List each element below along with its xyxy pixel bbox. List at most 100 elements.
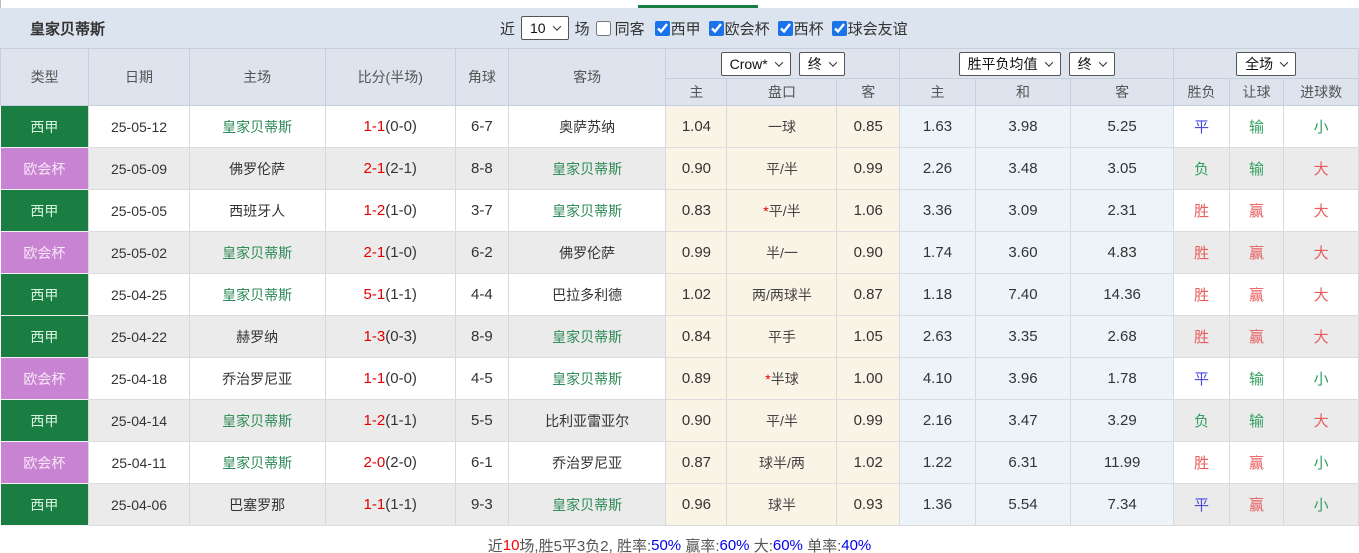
match-row: 西甲25-04-22赫罗纳1-3(0-3)8-9皇家贝蒂斯0.84平手1.052… xyxy=(1,316,1359,358)
home-team-link[interactable]: 巴塞罗那 xyxy=(229,497,285,513)
home-team-link[interactable]: 赫罗纳 xyxy=(236,329,278,345)
col-asian-home-odds: 0.83 xyxy=(666,190,727,232)
match-row: 西甲25-05-12皇家贝蒂斯1-1(0-0)6-7奥萨苏纳1.04一球0.85… xyxy=(1,106,1359,148)
home-team-link[interactable]: 皇家贝蒂斯 xyxy=(222,455,292,471)
away-team-link[interactable]: 皇家贝蒂斯 xyxy=(552,497,622,513)
away-team-link[interactable]: 皇家贝蒂斯 xyxy=(552,371,622,387)
header-type: 类型 xyxy=(1,49,89,106)
bookmaker-select[interactable]: Crow* xyxy=(721,52,791,76)
header-away: 客场 xyxy=(508,49,666,106)
col-asian-home-odds: 1.02 xyxy=(666,274,727,316)
league-filter-西甲[interactable]: 西甲 xyxy=(655,18,701,39)
fulltime-score: 2-0 xyxy=(364,454,386,471)
col-spread-result: 赢 xyxy=(1229,316,1283,358)
home-team-link[interactable]: 皇家贝蒂斯 xyxy=(222,287,292,303)
away-team-link[interactable]: 皇家贝蒂斯 xyxy=(552,203,622,219)
same-away-checkbox[interactable] xyxy=(596,21,611,36)
col-handicap: 平/半 xyxy=(727,400,837,442)
league-filter-球会友谊[interactable]: 球会友谊 xyxy=(832,18,908,39)
fulltime-score: 1-2 xyxy=(364,412,386,429)
col-corner: 8-9 xyxy=(455,316,508,358)
home-team-link[interactable]: 皇家贝蒂斯 xyxy=(222,413,292,429)
col-euro-draw-odds: 5.54 xyxy=(975,484,1070,526)
col-away: 佛罗伦萨 xyxy=(508,232,666,274)
col-asian-away-odds: 0.99 xyxy=(837,148,899,190)
home-team-link[interactable]: 皇家贝蒂斯 xyxy=(222,245,292,261)
league-checkbox[interactable] xyxy=(778,21,793,36)
league-badge: 西甲 xyxy=(1,106,89,147)
col-asian-home-odds: 0.87 xyxy=(666,442,727,484)
col-euro-draw-odds: 3.96 xyxy=(975,358,1070,400)
col-corner: 9-3 xyxy=(455,484,508,526)
match-row: 欧会杯25-05-02皇家贝蒂斯2-1(1-0)6-2佛罗伦萨0.99半/一0.… xyxy=(1,232,1359,274)
away-team-link[interactable]: 皇家贝蒂斯 xyxy=(552,329,622,345)
handicap-text: 半球 xyxy=(771,371,799,387)
league-checkbox[interactable] xyxy=(655,21,670,36)
euro-stage-select[interactable]: 终 xyxy=(1069,52,1115,76)
subheader-euro-away: 客 xyxy=(1071,79,1174,106)
col-handicap: 两/两球半 xyxy=(727,274,837,316)
subheader-handicap: 盘口 xyxy=(727,79,837,106)
col-handicap: 平手 xyxy=(727,316,837,358)
league-filter-西杯[interactable]: 西杯 xyxy=(778,18,824,39)
away-team-link[interactable]: 佛罗伦萨 xyxy=(559,245,615,261)
league-checkbox[interactable] xyxy=(832,21,847,36)
home-team-link[interactable]: 乔治罗尼亚 xyxy=(222,371,292,387)
league-badge: 欧会杯 xyxy=(1,148,89,189)
col-date: 25-04-11 xyxy=(89,442,189,484)
col-euro-home-odds: 2.63 xyxy=(899,316,975,358)
league-checkbox[interactable] xyxy=(709,21,724,36)
match-row: 西甲25-04-14皇家贝蒂斯1-2(1-1)5-5比利亚雷亚尔0.90平/半0… xyxy=(1,400,1359,442)
matches-table: 类型 日期 主场 比分(半场) 角球 客场 Crow* 终 xyxy=(0,48,1359,526)
asian-stage-select[interactable]: 终 xyxy=(799,52,845,76)
recent-count-select[interactable]: 10 xyxy=(521,16,569,40)
away-team-link[interactable]: 奥萨苏纳 xyxy=(559,119,615,135)
col-asian-away-odds: 1.02 xyxy=(837,442,899,484)
col-asian-away-odds: 0.99 xyxy=(837,400,899,442)
scope-select[interactable]: 全场 xyxy=(1236,52,1296,76)
fulltime-score: 1-1 xyxy=(364,118,386,135)
top-strip xyxy=(0,0,1359,8)
summary-text: 近 xyxy=(488,535,503,553)
col-result: 平 xyxy=(1174,106,1230,148)
col-goals-result: 大 xyxy=(1284,232,1359,274)
col-home: 皇家贝蒂斯 xyxy=(189,274,325,316)
subheader-spread: 让球 xyxy=(1229,79,1283,106)
col-euro-home-odds: 1.74 xyxy=(899,232,975,274)
col-result: 负 xyxy=(1174,400,1230,442)
away-team-link[interactable]: 巴拉多利德 xyxy=(552,287,622,303)
handicap-text: 球半 xyxy=(768,497,796,513)
match-row: 西甲25-04-25皇家贝蒂斯5-1(1-1)4-4巴拉多利德1.02两/两球半… xyxy=(1,274,1359,316)
home-team-link[interactable]: 西班牙人 xyxy=(229,203,285,219)
col-date: 25-04-14 xyxy=(89,400,189,442)
col-date: 25-05-05 xyxy=(89,190,189,232)
away-team-link[interactable]: 乔治罗尼亚 xyxy=(552,455,622,471)
col-away: 奥萨苏纳 xyxy=(508,106,666,148)
match-row: 欧会杯25-05-09佛罗伦萨2-1(2-1)8-8皇家贝蒂斯0.90平/半0.… xyxy=(1,148,1359,190)
home-team-link[interactable]: 佛罗伦萨 xyxy=(229,161,285,177)
subheader-asian-away: 客 xyxy=(837,79,899,106)
col-score: 2-0(2-0) xyxy=(325,442,455,484)
same-away-filter[interactable]: 同客 xyxy=(596,18,645,39)
col-asian-away-odds: 0.87 xyxy=(837,274,899,316)
halftime-score: (1-0) xyxy=(385,202,417,219)
col-home: 赫罗纳 xyxy=(189,316,325,358)
col-spread-result: 输 xyxy=(1229,358,1283,400)
league-filter-欧会杯[interactable]: 欧会杯 xyxy=(709,18,770,39)
col-corner: 5-5 xyxy=(455,400,508,442)
col-score: 1-3(0-3) xyxy=(325,316,455,358)
league-badge: 西甲 xyxy=(1,190,89,231)
col-score: 1-2(1-1) xyxy=(325,400,455,442)
same-away-label: 同客 xyxy=(615,18,645,39)
col-euro-draw-odds: 3.48 xyxy=(975,148,1070,190)
away-team-link[interactable]: 比利亚雷亚尔 xyxy=(545,413,629,429)
subheader-result: 胜负 xyxy=(1174,79,1230,106)
col-goals-result: 大 xyxy=(1284,400,1359,442)
handicap-text: 平/半 xyxy=(766,413,798,429)
away-team-link[interactable]: 皇家贝蒂斯 xyxy=(552,161,622,177)
col-euro-home-odds: 1.22 xyxy=(899,442,975,484)
fulltime-score: 2-1 xyxy=(364,244,386,261)
odds-type-select[interactable]: 胜平负均值 xyxy=(959,52,1061,76)
home-team-link[interactable]: 皇家贝蒂斯 xyxy=(222,119,292,135)
col-asian-away-odds: 1.06 xyxy=(837,190,899,232)
